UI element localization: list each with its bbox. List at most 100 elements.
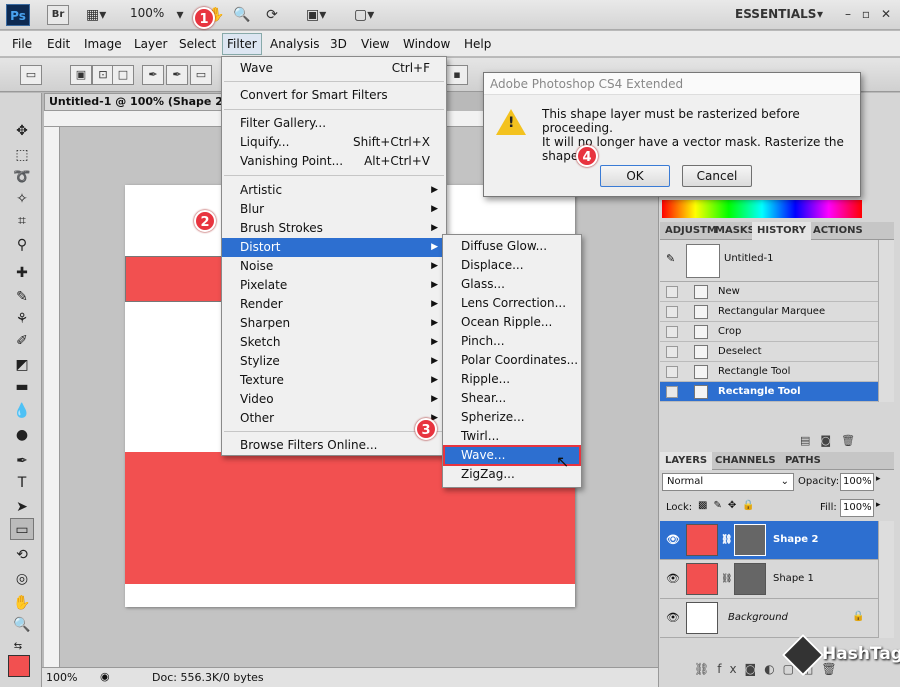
menu-analysis[interactable]: Analysis: [270, 37, 319, 51]
type-tool-icon[interactable]: T: [10, 472, 34, 494]
menu-image[interactable]: Image: [84, 37, 122, 51]
distort-item[interactable]: Pinch...: [443, 332, 581, 351]
distort-item[interactable]: Glass...: [443, 275, 581, 294]
layer-shape-2[interactable]: 👁 ⛓ Shape 2: [660, 521, 878, 560]
tab-history[interactable]: HISTORY: [752, 222, 812, 240]
eye-icon[interactable]: 👁: [666, 572, 680, 585]
rectangle-tool-icon[interactable]: ▭: [10, 518, 34, 540]
distort-item[interactable]: Twirl...: [443, 427, 581, 446]
history-brush-tool-icon[interactable]: ✐: [10, 330, 34, 352]
path-selection-tool-icon[interactable]: ➤: [10, 496, 34, 518]
shape-layers-icon[interactable]: ▣: [70, 65, 92, 85]
status-zoom[interactable]: 100%: [46, 671, 77, 684]
menu-window[interactable]: Window: [403, 37, 450, 51]
tab-actions[interactable]: ACTIONS: [808, 222, 868, 240]
menu-edit[interactable]: Edit: [47, 37, 70, 51]
blend-mode-select[interactable]: Normal ⌄: [662, 473, 794, 491]
history-scrollbar[interactable]: [878, 240, 894, 402]
dodge-tool-icon[interactable]: ●: [10, 424, 34, 446]
filter-menu-item[interactable]: Noise ▶: [222, 257, 446, 276]
filter-menu-item[interactable]: Sharpen ▶: [222, 314, 446, 333]
filter-menu-item[interactable]: Wave Ctrl+F: [222, 59, 446, 78]
history-state[interactable]: Deselect: [660, 342, 878, 362]
filter-menu-item[interactable]: Blur ▶: [222, 200, 446, 219]
zoom-tool-icon[interactable]: 🔍: [232, 6, 252, 24]
distort-item[interactable]: Ocean Ripple...: [443, 313, 581, 332]
document-tab[interactable]: Untitled-1 @ 100% (Shape 2, RGB: [44, 93, 244, 111]
distort-item[interactable]: Spherize...: [443, 408, 581, 427]
history-state[interactable]: Rectangular Marquee: [660, 302, 878, 322]
distort-item[interactable]: Lens Correction...: [443, 294, 581, 313]
crop-tool-icon[interactable]: ⌗: [10, 210, 34, 232]
zoom-dropdown-icon[interactable]: ▾: [170, 6, 190, 24]
status-menu-icon[interactable]: ◉: [100, 670, 110, 683]
brush-tool-icon[interactable]: ✎: [10, 286, 34, 308]
view-extras-icon[interactable]: ▦▾: [86, 6, 106, 24]
history-snapshot[interactable]: ✎ Untitled-1: [660, 240, 878, 282]
menu-layer[interactable]: Layer: [134, 37, 167, 51]
cancel-button[interactable]: Cancel: [682, 165, 752, 187]
menu-filter[interactable]: Filter: [227, 37, 257, 51]
maximize-icon[interactable]: ▫: [858, 6, 874, 22]
filter-menu-item[interactable]: Vanishing Point... Alt+Ctrl+V: [222, 152, 446, 171]
hand-tool-icon[interactable]: ✋: [10, 592, 34, 614]
arrange-documents-icon[interactable]: ▣▾: [306, 6, 326, 24]
screen-mode-icon[interactable]: ▢▾: [354, 6, 374, 24]
zoom-level[interactable]: 100%: [130, 6, 164, 20]
opacity-input[interactable]: 100%: [840, 473, 874, 491]
filter-menu-item-distort[interactable]: Distort ▶: [222, 238, 446, 257]
layers-scrollbar[interactable]: [878, 521, 894, 638]
vector-mask-thumbnail[interactable]: [734, 524, 766, 556]
filter-menu-item[interactable]: Brush Strokes ▶: [222, 219, 446, 238]
pen-tool-icon[interactable]: ✒: [10, 450, 34, 472]
vector-mask-thumbnail[interactable]: [734, 563, 766, 595]
menu-3d[interactable]: 3D: [330, 37, 347, 51]
filter-menu-item[interactable]: Liquify... Shift+Ctrl+X: [222, 133, 446, 152]
history-state[interactable]: Rectangle Tool: [660, 362, 878, 382]
distort-item[interactable]: Diffuse Glow...: [443, 237, 581, 256]
menu-help[interactable]: Help: [464, 37, 491, 51]
distort-item[interactable]: Ripple...: [443, 370, 581, 389]
move-tool-icon[interactable]: ✥: [10, 120, 34, 142]
menu-view[interactable]: View: [361, 37, 389, 51]
shape-1-rectangle[interactable]: [125, 256, 225, 302]
marquee-tool-icon[interactable]: ⬚: [10, 144, 34, 166]
eye-icon[interactable]: 👁: [666, 611, 680, 624]
ok-button[interactable]: OK: [600, 165, 670, 187]
filter-menu-item[interactable]: Filter Gallery...: [222, 114, 446, 133]
lock-icons[interactable]: ▩✎✥🔒: [698, 500, 761, 511]
layer-shape-1[interactable]: 👁 ⛓ Shape 1: [660, 560, 878, 599]
rectangle-shape-icon[interactable]: ▭: [190, 65, 212, 85]
menu-file[interactable]: File: [12, 37, 32, 51]
tab-paths[interactable]: PATHS: [780, 452, 826, 470]
snapshot-brush-icon[interactable]: ✎: [666, 252, 675, 265]
style-link-icon[interactable]: ▪: [446, 65, 468, 85]
distort-item[interactable]: Shear...: [443, 389, 581, 408]
color-spectrum[interactable]: [662, 200, 862, 218]
filter-menu-item[interactable]: Texture ▶: [222, 371, 446, 390]
history-footer-icons[interactable]: ▤◙🗑: [800, 434, 865, 447]
filter-menu-item[interactable]: Convert for Smart Filters: [222, 86, 446, 105]
fill-input[interactable]: 100%: [840, 499, 874, 517]
filter-menu-item[interactable]: Video ▶: [222, 390, 446, 409]
fill-arrow-icon[interactable]: ▸: [876, 500, 881, 510]
tab-channels[interactable]: CHANNELS: [710, 452, 781, 470]
3d-rotate-tool-icon[interactable]: ⟲: [10, 544, 34, 566]
eraser-tool-icon[interactable]: ◩: [10, 354, 34, 376]
bridge-button[interactable]: Br: [47, 5, 69, 25]
freeform-pen-icon[interactable]: ✒: [166, 65, 188, 85]
blur-tool-icon[interactable]: 💧: [10, 400, 34, 422]
chevron-down-icon[interactable]: ▾: [812, 6, 828, 22]
pen-tool-icon[interactable]: ✒: [142, 65, 164, 85]
eyedropper-tool-icon[interactable]: ⚲: [10, 234, 34, 256]
fill-pixels-icon[interactable]: □: [112, 65, 134, 85]
zoom-tool-icon[interactable]: 🔍: [10, 614, 34, 636]
distort-item[interactable]: Polar Coordinates...: [443, 351, 581, 370]
quick-select-tool-icon[interactable]: ✧: [10, 188, 34, 210]
3d-orbit-tool-icon[interactable]: ◎: [10, 568, 34, 590]
distort-item[interactable]: Displace...: [443, 256, 581, 275]
tool-preset-picker[interactable]: ▭: [20, 65, 42, 85]
filter-menu-item[interactable]: Other ▶: [222, 409, 446, 428]
tab-layers[interactable]: LAYERS: [660, 452, 713, 470]
minimize-icon[interactable]: –: [840, 6, 856, 22]
